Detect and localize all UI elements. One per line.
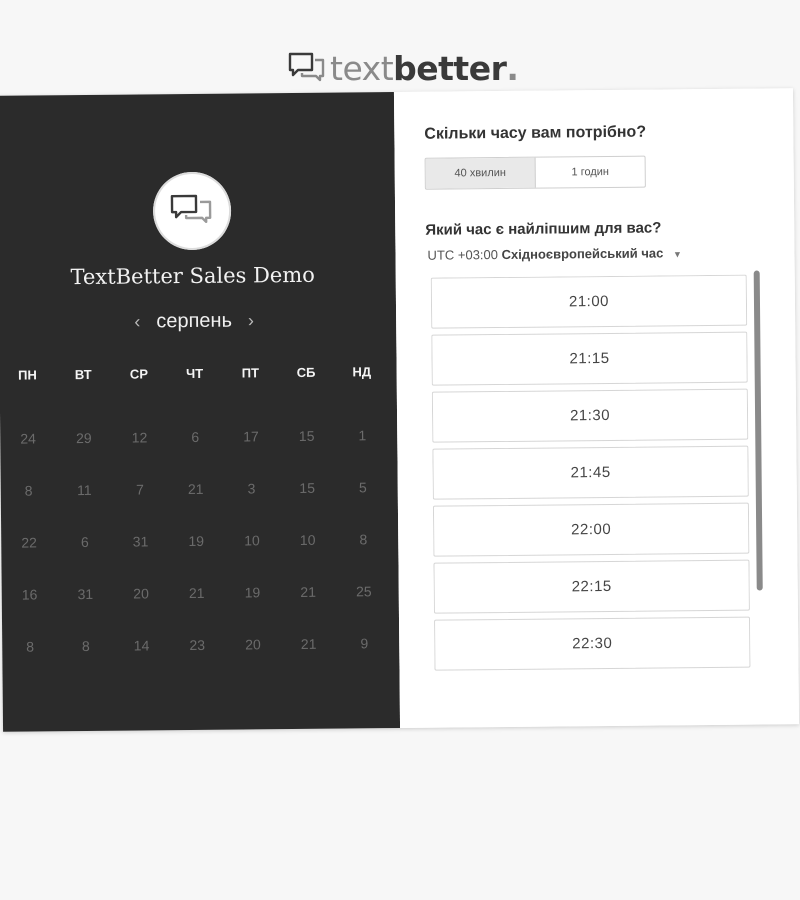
calendar-day: 8 <box>24 482 33 499</box>
calendar-day: 21 <box>187 480 204 498</box>
time-slot-button[interactable]: 22:00 <box>432 502 750 557</box>
calendar-day: 10 <box>244 532 260 549</box>
calendar-day: 29 <box>75 429 92 447</box>
duration-option-1-hour[interactable]: 1 годин <box>536 157 645 188</box>
weekday-label: ВТ <box>74 366 92 383</box>
duration-option-40-min[interactable]: 40 хвилин <box>425 157 536 189</box>
calendar-day: 8 <box>359 531 368 548</box>
calendar-day: 21 <box>300 583 317 600</box>
next-month-icon[interactable]: › <box>248 310 254 331</box>
month-navigation: ‹ серпень › <box>0 308 389 335</box>
calendar-day: 19 <box>188 532 205 550</box>
time-question: Який час є найліпшим для вас? <box>425 219 662 239</box>
calendar-day: 11 <box>76 481 92 499</box>
time-list-scrollbar[interactable] <box>753 270 763 591</box>
calendar-day: 23 <box>189 636 206 654</box>
time-slot-button[interactable]: 22:30 <box>434 616 751 671</box>
calendar-day: 5 <box>358 479 367 496</box>
time-slot-button[interactable]: 21:15 <box>431 331 748 386</box>
calendar-day: 25 <box>356 583 372 600</box>
chat-bubbles-icon <box>170 194 212 224</box>
dropdown-caret-icon: ▼ <box>672 249 682 260</box>
calendar-day: 8 <box>81 637 90 655</box>
calendar-day: 20 <box>245 636 261 653</box>
calendar-day: 22 <box>21 534 37 551</box>
calendar-day: 12 <box>131 429 148 446</box>
calendar-day: 6 <box>80 533 89 551</box>
calendar-panel: TextBetter Sales Demo ‹ серпень › ПН ВТ … <box>0 92 401 732</box>
textbetter-logo: text better. <box>288 48 519 88</box>
weekday-label: СР <box>129 366 149 382</box>
weekday-label: СБ <box>296 364 316 380</box>
calendar-day: 17 <box>243 428 259 445</box>
calendar-day: 15 <box>298 427 315 444</box>
weekday-label: НД <box>352 364 372 380</box>
logo-text-bold: better <box>393 48 507 88</box>
logo-dot: . <box>506 48 519 88</box>
calendar-day: 24 <box>20 430 36 447</box>
scheduling-panel: Скільки часу вам потрібно? 40 хвилин 1 г… <box>393 88 800 728</box>
event-title: TextBetter Sales Demo <box>70 262 315 290</box>
logo-text-light: text <box>330 48 394 88</box>
duration-question: Скільки часу вам потрібно? <box>424 123 647 143</box>
avatar <box>152 171 232 251</box>
calendar-day: 16 <box>21 586 38 603</box>
calendar-day: 20 <box>133 585 149 602</box>
timezone-name: Східноєвропейський час <box>501 245 664 262</box>
time-slot-button[interactable]: 21:45 <box>432 445 749 500</box>
booking-card: TextBetter Sales Demo ‹ серпень › ПН ВТ … <box>0 88 800 732</box>
weekday-header: ПН ВТ СР ЧТ ПТ СБ НД <box>0 364 390 383</box>
weekday-label: ЧТ <box>186 365 204 382</box>
chat-logo-icon <box>288 52 325 82</box>
calendar-days-grid: 24 29 12 6 17 15 1 8 11 7 21 3 15 5 22 6… <box>0 425 392 657</box>
timezone-selector[interactable]: UTC +03:00 Східноєвропейський час ▼ <box>427 245 681 262</box>
prev-month-icon[interactable]: ‹ <box>134 311 140 332</box>
month-label: серпень <box>156 309 233 333</box>
weekday-label: ПН <box>18 367 37 383</box>
calendar-day: 3 <box>247 480 256 497</box>
calendar-day: 15 <box>299 479 316 496</box>
duration-toggle: 40 хвилин 1 годин <box>424 155 646 190</box>
time-slot-list: 21:00 21:15 21:30 21:45 22:00 22:15 22:3… <box>430 274 751 674</box>
calendar-day: 8 <box>26 638 35 655</box>
calendar-day: 1 <box>358 427 367 444</box>
calendar-day: 19 <box>244 584 261 601</box>
calendar-day: 14 <box>133 637 150 654</box>
calendar-day: 21 <box>188 584 205 602</box>
calendar-day: 21 <box>300 635 317 652</box>
time-slot-button[interactable]: 22:15 <box>433 559 750 614</box>
calendar-day: 31 <box>132 533 149 550</box>
timezone-offset: UTC +03:00 <box>427 247 499 263</box>
calendar-day: 10 <box>299 531 316 548</box>
time-slot-button[interactable]: 21:00 <box>430 274 748 329</box>
time-slot-button[interactable]: 21:30 <box>431 388 749 443</box>
calendar-day: 31 <box>77 585 94 603</box>
weekday-label: ПТ <box>241 365 260 381</box>
calendar-day: 7 <box>136 481 144 498</box>
calendar-day: 9 <box>360 635 369 652</box>
calendar-day: 6 <box>191 428 200 445</box>
